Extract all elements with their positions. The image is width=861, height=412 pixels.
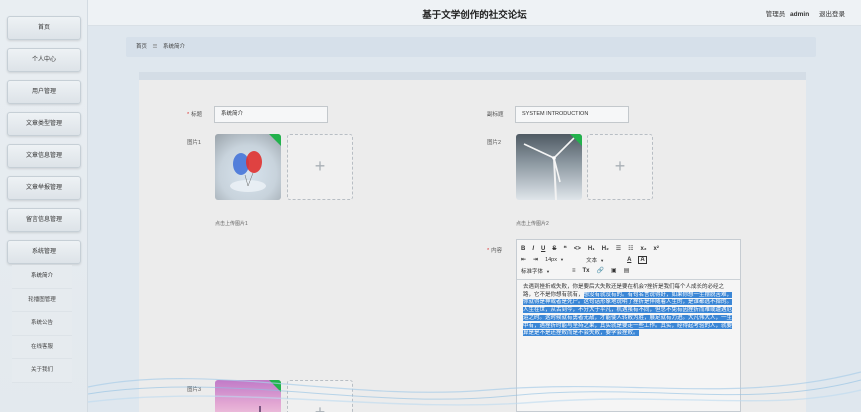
- sidebar-item-article-type-management[interactable]: 文章类型管理: [7, 112, 81, 136]
- breadcrumb-current: 系统简介: [163, 44, 186, 50]
- user-area: 管理员 admin 退出登录: [766, 8, 845, 18]
- submenu-item-online-service[interactable]: 在线客服: [12, 335, 72, 359]
- image1-label: 图片1: [187, 140, 202, 146]
- user-role: 管理员: [765, 11, 786, 18]
- indent-icon[interactable]: ⇥: [533, 256, 538, 263]
- editor-toolbar: B I U S ❝ <> H₁ H₂ ☰ ☷ x₂ x² ⇤ ⇥ 14px ▼ 文…: [517, 240, 740, 280]
- align-icon[interactable]: ≡: [572, 268, 576, 274]
- video-icon[interactable]: ▤: [624, 267, 630, 274]
- text-type-select[interactable]: 文本 ▼: [586, 256, 620, 264]
- sidebar-item-home[interactable]: 首页: [7, 16, 81, 40]
- subtitle-label: 副标题: [487, 112, 504, 118]
- sidebar-item-system-management[interactable]: 系统管理: [7, 240, 81, 264]
- sidebar-item-article-report-management[interactable]: 文章举报管理: [7, 176, 81, 200]
- image2-label: 图片2: [487, 140, 502, 146]
- sidebar-item-personal-center[interactable]: 个人中心: [7, 48, 81, 72]
- sidebar: 首页 个人中心 用户管理 文章类型管理 文章信息管理 文章举报管理 留言信息管理…: [0, 0, 88, 412]
- uploaded-badge-icon: [269, 134, 281, 146]
- bullet-list-icon[interactable]: ☷: [628, 245, 633, 252]
- chevron-down-icon: ▼: [560, 256, 564, 262]
- required-mark: *: [487, 248, 490, 254]
- image2-upload-button[interactable]: +: [587, 134, 653, 200]
- breadcrumb-home[interactable]: 首页: [136, 44, 147, 50]
- image3-thumbnail[interactable]: [215, 380, 281, 412]
- chevron-down-icon: ▼: [546, 268, 550, 274]
- image3-upload-button[interactable]: +: [287, 380, 353, 412]
- submenu-item-carousel-management[interactable]: 轮播图管理: [12, 288, 72, 312]
- subtitle-input[interactable]: SYSTEM INTRODUCTION: [515, 106, 629, 123]
- breadcrumb-separator-icon: ☰: [152, 44, 158, 50]
- image1-hint: 点击上传图片1: [215, 221, 248, 227]
- sidebar-item-message-management[interactable]: 留言信息管理: [7, 208, 81, 232]
- font-family-select[interactable]: 标准字体 ▼: [521, 267, 565, 275]
- outdent-icon[interactable]: ⇤: [521, 256, 526, 263]
- sidebar-item-article-info-management[interactable]: 文章信息管理: [7, 144, 81, 168]
- toolbar-row-2: ⇤ ⇥ 14px ▼ 文本 ▼ A A: [521, 254, 736, 265]
- image3-label: 图片3: [187, 387, 202, 393]
- app-title: 基于文学创作的社交论坛: [422, 10, 527, 21]
- breadcrumb: 首页 ☰ 系统简介: [126, 37, 816, 57]
- required-mark: *: [187, 112, 190, 118]
- submenu-item-system-notice[interactable]: 系统公告: [12, 312, 72, 336]
- superscript-button[interactable]: x²: [654, 246, 659, 252]
- subscript-button[interactable]: x₂: [641, 246, 647, 252]
- strikethrough-button[interactable]: S: [552, 246, 556, 252]
- font-color-icon[interactable]: A: [627, 257, 631, 263]
- italic-button[interactable]: I: [532, 246, 534, 252]
- toolbar-row-1: B I U S ❝ <> H₁ H₂ ☰ ☷ x₂ x²: [521, 243, 736, 254]
- title-input[interactable]: 系统简介: [214, 106, 328, 123]
- clear-format-icon[interactable]: Tx: [583, 268, 590, 274]
- code-icon[interactable]: <>: [574, 246, 581, 252]
- quote-icon[interactable]: ❝: [563, 245, 567, 252]
- top-header: 基于文学创作的社交论坛 管理员 admin 退出登录: [88, 0, 861, 26]
- submenu-item-system-intro[interactable]: 系统简介: [12, 265, 72, 289]
- underline-button[interactable]: U: [541, 246, 545, 252]
- rich-text-editor[interactable]: B I U S ❝ <> H₁ H₂ ☰ ☷ x₂ x² ⇤ ⇥ 14px ▼ 文…: [516, 239, 741, 412]
- sidebar-item-user-management[interactable]: 用户管理: [7, 80, 81, 104]
- content-label: * 内容: [487, 248, 503, 254]
- uploaded-badge-icon: [269, 380, 281, 392]
- toolbar-row-3: 标准字体 ▼ ≡ Tx 🔗 ▣ ▤: [521, 265, 736, 276]
- chevron-down-icon: ▼: [600, 257, 605, 263]
- image1-upload-button[interactable]: +: [287, 134, 353, 200]
- font-size-select[interactable]: 14px ▼: [545, 257, 579, 263]
- image2-thumbnail[interactable]: [516, 134, 582, 200]
- logout-link[interactable]: 退出登录: [819, 11, 845, 18]
- heading1-button[interactable]: H₁: [588, 246, 595, 252]
- image1-thumbnail[interactable]: [215, 134, 281, 200]
- background-color-icon[interactable]: A: [638, 255, 647, 264]
- link-icon[interactable]: 🔗: [597, 267, 604, 274]
- bold-button[interactable]: B: [521, 246, 525, 252]
- submenu-item-about-us[interactable]: 关于我们: [12, 359, 72, 383]
- heading2-button[interactable]: H₂: [602, 246, 609, 252]
- image2-hint: 点击上传图片2: [516, 221, 549, 227]
- selected-text: 想没有就没有的。有句名言说得好，如果你想一生摆脱苦难，你就得是神或者是死尸。这句…: [523, 291, 733, 337]
- image-icon[interactable]: ▣: [611, 267, 617, 274]
- system-submenu: 系统简介 轮播图管理 系统公告 在线客服 关于我们: [12, 265, 72, 383]
- ordered-list-icon[interactable]: ☰: [616, 245, 621, 252]
- user-name: admin: [790, 11, 810, 18]
- title-label: * 标题: [187, 112, 203, 118]
- uploaded-badge-icon: [570, 134, 582, 146]
- editor-content[interactable]: 去遇到挫折或失败，你是要后大失败还是要在机会?挫折是我们每个人成长的必经之路，它…: [517, 280, 740, 342]
